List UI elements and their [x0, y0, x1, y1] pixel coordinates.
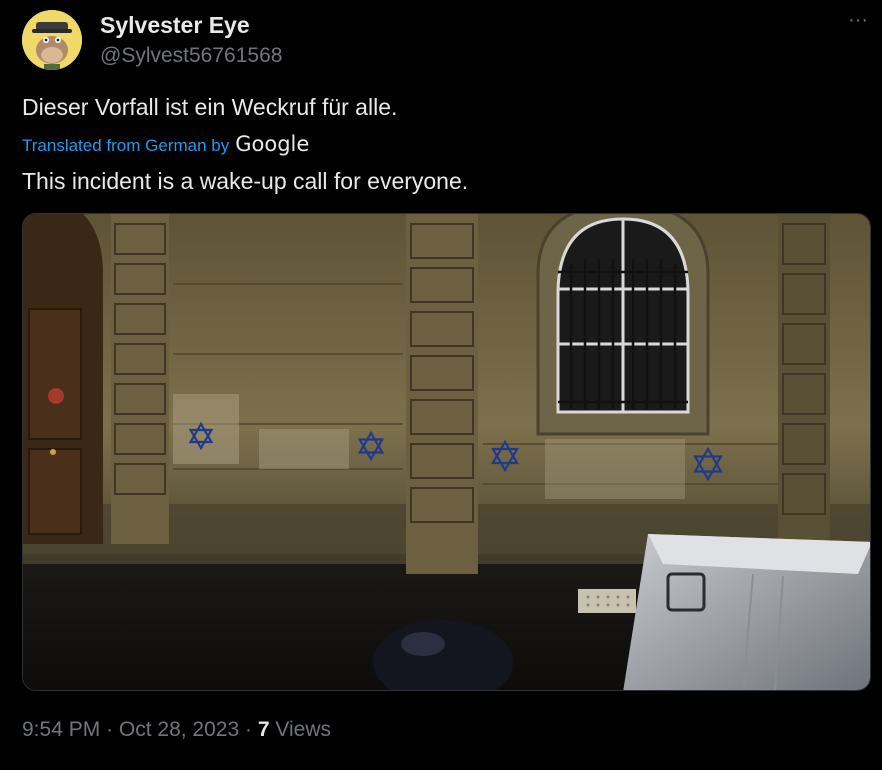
author-name[interactable]: Sylvester Eye	[100, 12, 250, 39]
google-logo: Google	[235, 132, 310, 156]
views-label: Views	[275, 718, 332, 741]
tweet-date[interactable]: Oct 28, 2023	[119, 718, 239, 741]
views-count[interactable]: 7	[258, 718, 270, 741]
tweet-text: Dieser Vorfall ist ein Weckruf für alle.	[22, 94, 398, 120]
translation-prefix[interactable]: Translated from German by	[22, 136, 229, 156]
meta-separator: ·	[106, 718, 114, 741]
tweet-meta: 9:54 PM · Oct 28, 2023 · 7 Views	[22, 718, 331, 742]
tweet-time[interactable]: 9:54 PM	[22, 718, 100, 741]
more-options-icon[interactable]: ···	[843, 10, 873, 34]
tweet-card: Sylvester Eye @Sylvest56761568 ··· Diese…	[0, 0, 882, 770]
ape-avatar-icon	[22, 10, 82, 70]
meta-separator: ·	[245, 718, 252, 741]
photo-wall-stars-of-david-icon	[23, 214, 870, 690]
author-avatar[interactable]	[22, 10, 82, 70]
translated-text: This incident is a wake-up call for ever…	[22, 168, 469, 194]
translation-attribution: Translated from German by Google	[22, 132, 309, 156]
author-handle[interactable]: @Sylvest56761568	[100, 44, 282, 68]
tweet-photo[interactable]	[22, 213, 871, 691]
